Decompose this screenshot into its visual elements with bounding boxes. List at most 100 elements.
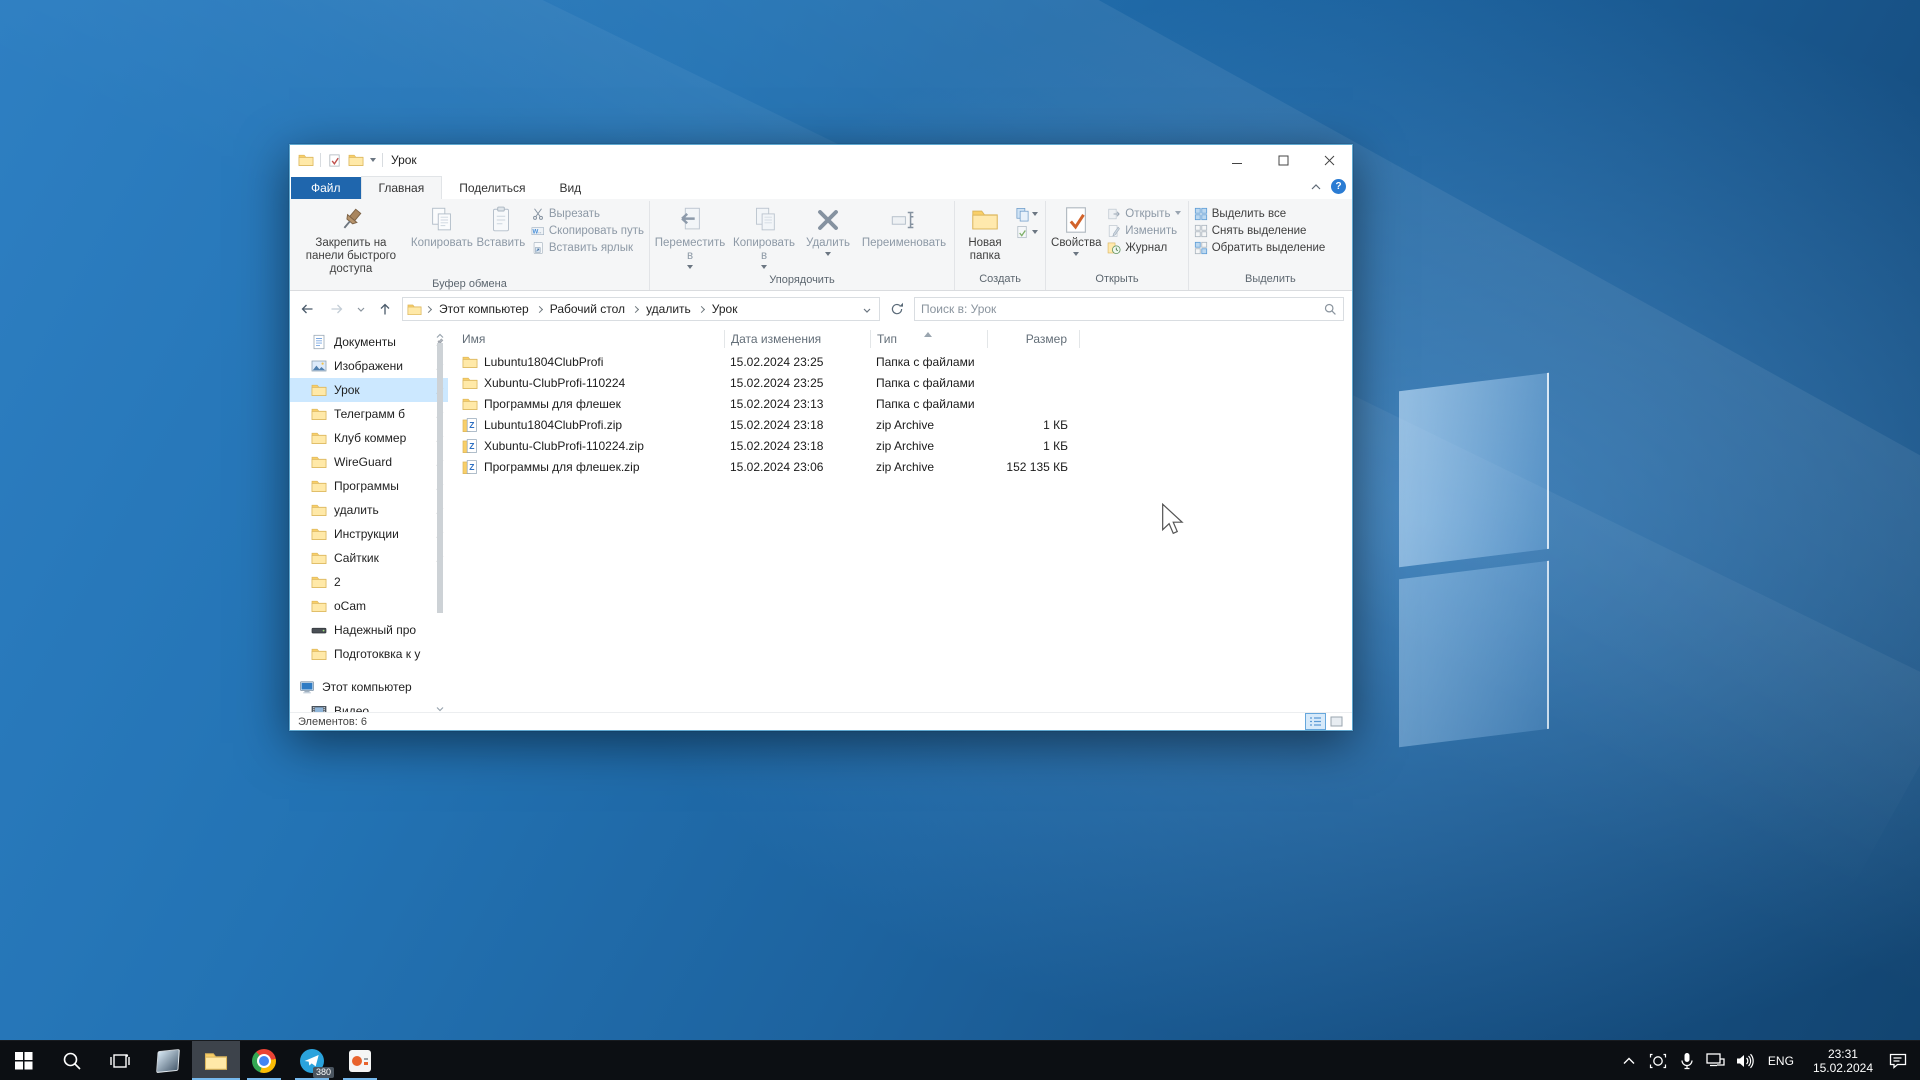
properties-button[interactable]: Свойства [1048,203,1104,261]
close-button[interactable] [1306,145,1352,175]
maximize-button[interactable] [1260,145,1306,175]
cut-button: Вырезать [528,206,647,222]
ocam-tray-icon[interactable] [1648,1048,1668,1074]
telegram-badge: 380 [313,1067,334,1078]
breadcrumb-chevron-icon[interactable] [698,305,705,312]
breadcrumb-chevron-icon[interactable] [425,305,432,312]
file-row[interactable]: Lubuntu1804ClubProfi.zip 15.02.2024 23:1… [456,414,1352,435]
easy-access-button[interactable] [1013,224,1040,241]
delete-x-icon [813,205,843,235]
breadcrumb-item-desktop[interactable]: Рабочий стол [546,300,629,318]
new-folder-button[interactable]: Новая папка [957,203,1013,265]
tab-file[interactable]: Файл [291,177,361,199]
sidebar-item-wireguard[interactable]: WireGuard [290,450,448,474]
sidebar-item-ocam[interactable]: oCam [290,594,448,618]
rename-icon [889,205,919,235]
paste-icon [486,205,516,235]
sidebar-item-telegram[interactable]: Телеграмм б [290,402,448,426]
column-header-name[interactable]: Имя [456,330,724,348]
tab-view[interactable]: Вид [542,177,598,199]
sidebar-spacer [290,666,448,675]
column-header-size[interactable]: Размер [987,330,1080,348]
folder-icon [462,375,478,391]
folder-icon [311,406,327,422]
taskbar-ocam-button[interactable] [336,1041,384,1080]
task-view-button[interactable] [96,1041,144,1080]
sidebar-item-documents[interactable]: Документы [290,330,448,354]
select-all-button[interactable]: Выделить все [1191,206,1329,222]
action-center-icon[interactable] [1888,1048,1908,1074]
sidebar-item-pictures[interactable]: Изображени [290,354,448,378]
new-item-button[interactable] [1013,206,1040,223]
details-view-button[interactable] [1306,714,1325,729]
sidebar-item-saitkik[interactable]: Сайткик [290,546,448,570]
recent-locations-caret-icon[interactable] [354,297,368,321]
sidebar-item-podgotovka[interactable]: Подготоквка к у [290,642,448,666]
hidden-icons-chevron[interactable] [1619,1048,1639,1074]
search-input[interactable] [915,302,1324,316]
breadcrumb-item-udalit[interactable]: удалить [642,300,695,318]
sidebar-item-video[interactable]: Видео [290,699,448,712]
sidebar-scrollbar[interactable] [435,329,445,710]
dropdown-caret-icon [1073,252,1079,259]
invert-selection-button[interactable]: Обратить выделение [1191,240,1329,256]
taskbar-telegram-button[interactable]: 380 [288,1041,336,1080]
taskbar-media-app-button[interactable] [144,1041,192,1080]
sidebar-item-programmy[interactable]: Программы [290,474,448,498]
search-box[interactable] [914,297,1344,321]
history-button[interactable]: Журнал [1104,240,1184,256]
sidebar-item-klub[interactable]: Клуб коммер [290,426,448,450]
scroll-up-icon[interactable] [436,329,444,337]
language-indicator[interactable]: ENG [1764,1054,1798,1068]
location-folder-icon [407,302,422,317]
title-bar[interactable]: Урок [290,145,1352,175]
minimize-button[interactable] [1214,145,1260,175]
file-row[interactable]: Xubuntu-ClubProfi-110224.zip 15.02.2024 … [456,435,1352,456]
taskbar-clock[interactable]: 23:31 15.02.2024 [1807,1047,1879,1075]
search-icon[interactable] [1324,303,1337,316]
collapse-ribbon-icon[interactable] [1311,184,1321,190]
column-header-modified[interactable]: Дата изменения [724,330,870,348]
new-folder-qat-icon[interactable] [348,152,364,168]
customize-qat-caret-icon[interactable] [370,158,376,165]
help-icon[interactable]: ? [1331,179,1346,194]
breadcrumb-item-this-pc[interactable]: Этот компьютер [435,300,533,318]
scroll-down-icon[interactable] [436,702,444,710]
file-list[interactable]: Имя Дата изменения Тип Размер Lubuntu180… [448,327,1352,712]
scrollbar-thumb[interactable] [437,343,443,613]
network-icon[interactable] [1706,1048,1726,1074]
sidebar-item-instrukcii[interactable]: Инструкции [290,522,448,546]
file-row[interactable]: Программы для флешек.zip 15.02.2024 23:0… [456,456,1352,477]
tab-home[interactable]: Главная [361,176,443,199]
taskbar-file-explorer-button[interactable] [192,1041,240,1080]
sidebar-item-urok[interactable]: Урок [290,378,448,402]
properties-icon[interactable] [327,153,342,168]
sidebar-item-nadezhny[interactable]: Надежный про [290,618,448,642]
file-row[interactable]: Lubuntu1804ClubProfi 15.02.2024 23:25 Па… [456,351,1352,372]
up-button[interactable] [372,297,398,321]
microphone-icon[interactable] [1677,1048,1697,1074]
sidebar-item-this-pc[interactable]: Этот компьютер [290,675,448,699]
pin-to-quick-access-button[interactable]: Закрепить на панели быстрого доступа [292,203,410,278]
breadcrumb[interactable]: Этот компьютер Рабочий стол удалить Урок [402,297,880,321]
sidebar-item-udalit[interactable]: удалить [290,498,448,522]
breadcrumb-item-urok[interactable]: Урок [708,300,742,318]
breadcrumb-chevron-icon[interactable] [632,305,639,312]
tab-share[interactable]: Поделиться [442,177,542,199]
file-row[interactable]: Xubuntu-ClubProfi-110224 15.02.2024 23:2… [456,372,1352,393]
group-label-clipboard: Буфер обмена [292,278,647,290]
dropdown-caret-icon [1032,212,1038,219]
refresh-button[interactable] [884,297,910,321]
breadcrumb-chevron-icon[interactable] [536,305,543,312]
thumbnails-view-button[interactable] [1327,714,1346,729]
select-none-button[interactable]: Снять выделение [1191,223,1329,239]
taskbar-search-button[interactable] [48,1041,96,1080]
back-button[interactable] [294,297,320,321]
start-button[interactable] [0,1041,48,1080]
ribbon-group-clipboard: Закрепить на панели быстрого доступа Коп… [290,201,650,290]
volume-icon[interactable] [1735,1048,1755,1074]
sidebar-item-2[interactable]: 2 [290,570,448,594]
address-dropdown-caret-icon[interactable] [857,302,877,316]
file-row[interactable]: Программы для флешек 15.02.2024 23:13 Па… [456,393,1352,414]
taskbar-chrome-button[interactable] [240,1041,288,1080]
